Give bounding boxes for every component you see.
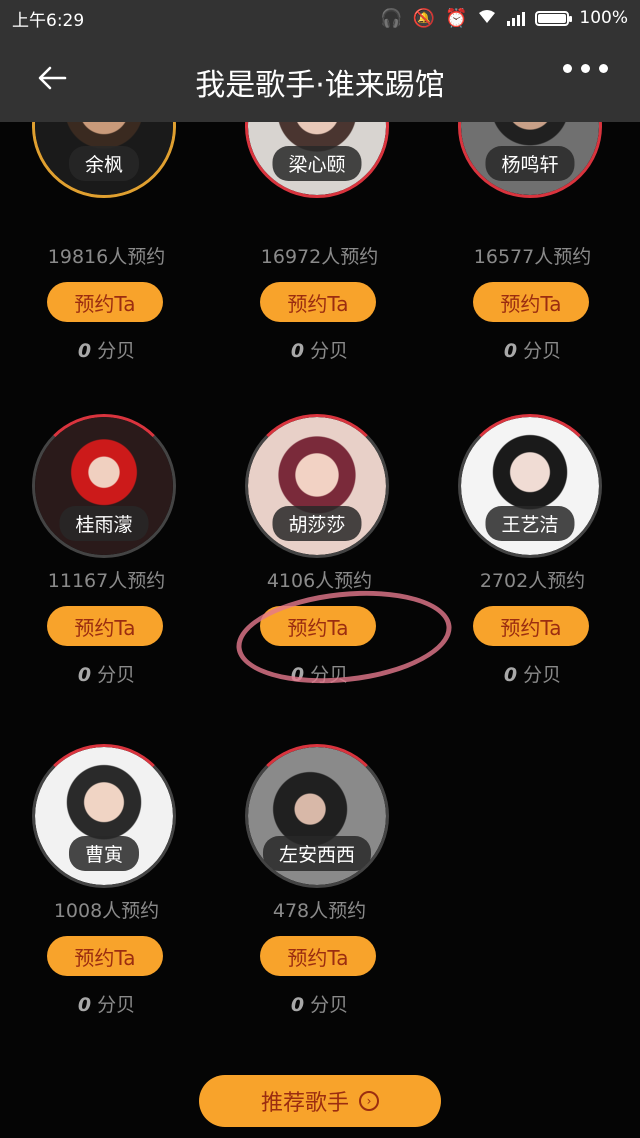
singer-name: 曹寅 [68, 836, 140, 871]
singer-avatar[interactable]: 梁心颐 [245, 122, 389, 198]
singer-name: 梁心颐 [272, 146, 362, 181]
booking-count: 16577人预约 [473, 246, 592, 268]
score-text: 0 分贝 [290, 340, 349, 362]
singer-grid: 余枫 19816人预约 预约Ta 0 分贝 梁心颐 16972人预约 预约Ta 0… [0, 122, 640, 1138]
booking-count: 478人预约 [272, 900, 367, 922]
score-text: 0 分贝 [290, 664, 349, 686]
booking-count: 16972人预约 [260, 246, 379, 268]
singer-name: 余枫 [68, 146, 140, 181]
score-text: 0 分贝 [290, 994, 349, 1016]
recommend-singer-button[interactable]: 推荐歌手 › [199, 1075, 441, 1127]
singer-avatar[interactable]: 余枫 [32, 122, 176, 198]
battery-icon [535, 10, 573, 26]
singer-avatar[interactable]: 杨鸣轩 [458, 122, 602, 198]
more-dot-icon [563, 64, 572, 73]
status-time: 上午6:29 [12, 10, 85, 31]
singer-card: 左安西西 478人预约 预约Ta 0 分贝 [213, 744, 426, 1064]
more-button[interactable] [563, 64, 608, 73]
mute-icon: 🔕 [412, 7, 435, 29]
nav-bar: 我是歌手·谁来踢馆 [0, 36, 640, 122]
status-bar: 上午6:29 🎧 🔕 ⏰ 100% [0, 0, 640, 36]
alarm-icon: ⏰ [444, 7, 468, 29]
singer-name: 王艺洁 [485, 506, 575, 541]
book-button[interactable]: 预约Ta [260, 282, 376, 322]
book-button[interactable]: 预约Ta [260, 606, 376, 646]
more-dot-icon [581, 64, 590, 73]
singer-card: 梁心颐 16972人预约 预约Ta 0 分贝 [213, 122, 426, 374]
score-text: 0 分贝 [503, 340, 562, 362]
singer-name: 桂雨濛 [59, 506, 149, 541]
score-text: 0 分贝 [503, 664, 562, 686]
arrow-circle-icon: › [359, 1091, 379, 1111]
book-button[interactable]: 预约Ta [260, 936, 376, 976]
wifi-icon [477, 8, 497, 29]
singer-card: 桂雨濛 11167人预约 预约Ta 0 分贝 [0, 414, 213, 734]
booking-count: 11167人预约 [47, 570, 166, 592]
booking-count: 2702人预约 [479, 570, 586, 592]
booking-count: 1008人预约 [53, 900, 160, 922]
singer-card: 余枫 19816人预约 预约Ta 0 分贝 [0, 122, 213, 374]
booking-count: 19816人预约 [47, 246, 166, 268]
singer-card: 杨鸣轩 16577人预约 预约Ta 0 分贝 [426, 122, 639, 374]
more-dot-icon [599, 64, 608, 73]
singer-avatar[interactable]: 桂雨濛 [32, 414, 176, 558]
book-button[interactable]: 预约Ta [473, 282, 589, 322]
singer-name: 胡莎莎 [272, 506, 362, 541]
recommend-label: 推荐歌手 [260, 1091, 349, 1116]
singer-card: 胡莎莎 4106人预约 预约Ta 0 分贝 [213, 414, 426, 734]
singer-avatar[interactable]: 王艺洁 [458, 414, 602, 558]
booking-count: 4106人预约 [266, 570, 373, 592]
singer-avatar[interactable]: 胡莎莎 [245, 414, 389, 558]
book-button[interactable]: 预约Ta [47, 936, 163, 976]
book-button[interactable]: 预约Ta [47, 606, 163, 646]
score-text: 0 分贝 [77, 340, 136, 362]
signal-icon [507, 10, 526, 26]
singer-card: 曹寅 1008人预约 预约Ta 0 分贝 [0, 744, 213, 1064]
score-text: 0 分贝 [77, 664, 136, 686]
battery-level: 100% [579, 8, 628, 28]
status-icons: 🎧 🔕 ⏰ 100% [380, 8, 628, 29]
singer-card: 王艺洁 2702人预约 预约Ta 0 分贝 [426, 414, 639, 734]
score-text: 0 分贝 [77, 994, 136, 1016]
headphones-icon: 🎧 [380, 7, 403, 29]
singer-name: 左安西西 [262, 836, 372, 871]
singer-avatar[interactable]: 左安西西 [245, 744, 389, 888]
singer-avatar[interactable]: 曹寅 [32, 744, 176, 888]
book-button[interactable]: 预约Ta [473, 606, 589, 646]
book-button[interactable]: 预约Ta [47, 282, 163, 322]
page-title: 我是歌手·谁来踢馆 [195, 68, 445, 103]
singer-name: 杨鸣轩 [485, 146, 575, 181]
